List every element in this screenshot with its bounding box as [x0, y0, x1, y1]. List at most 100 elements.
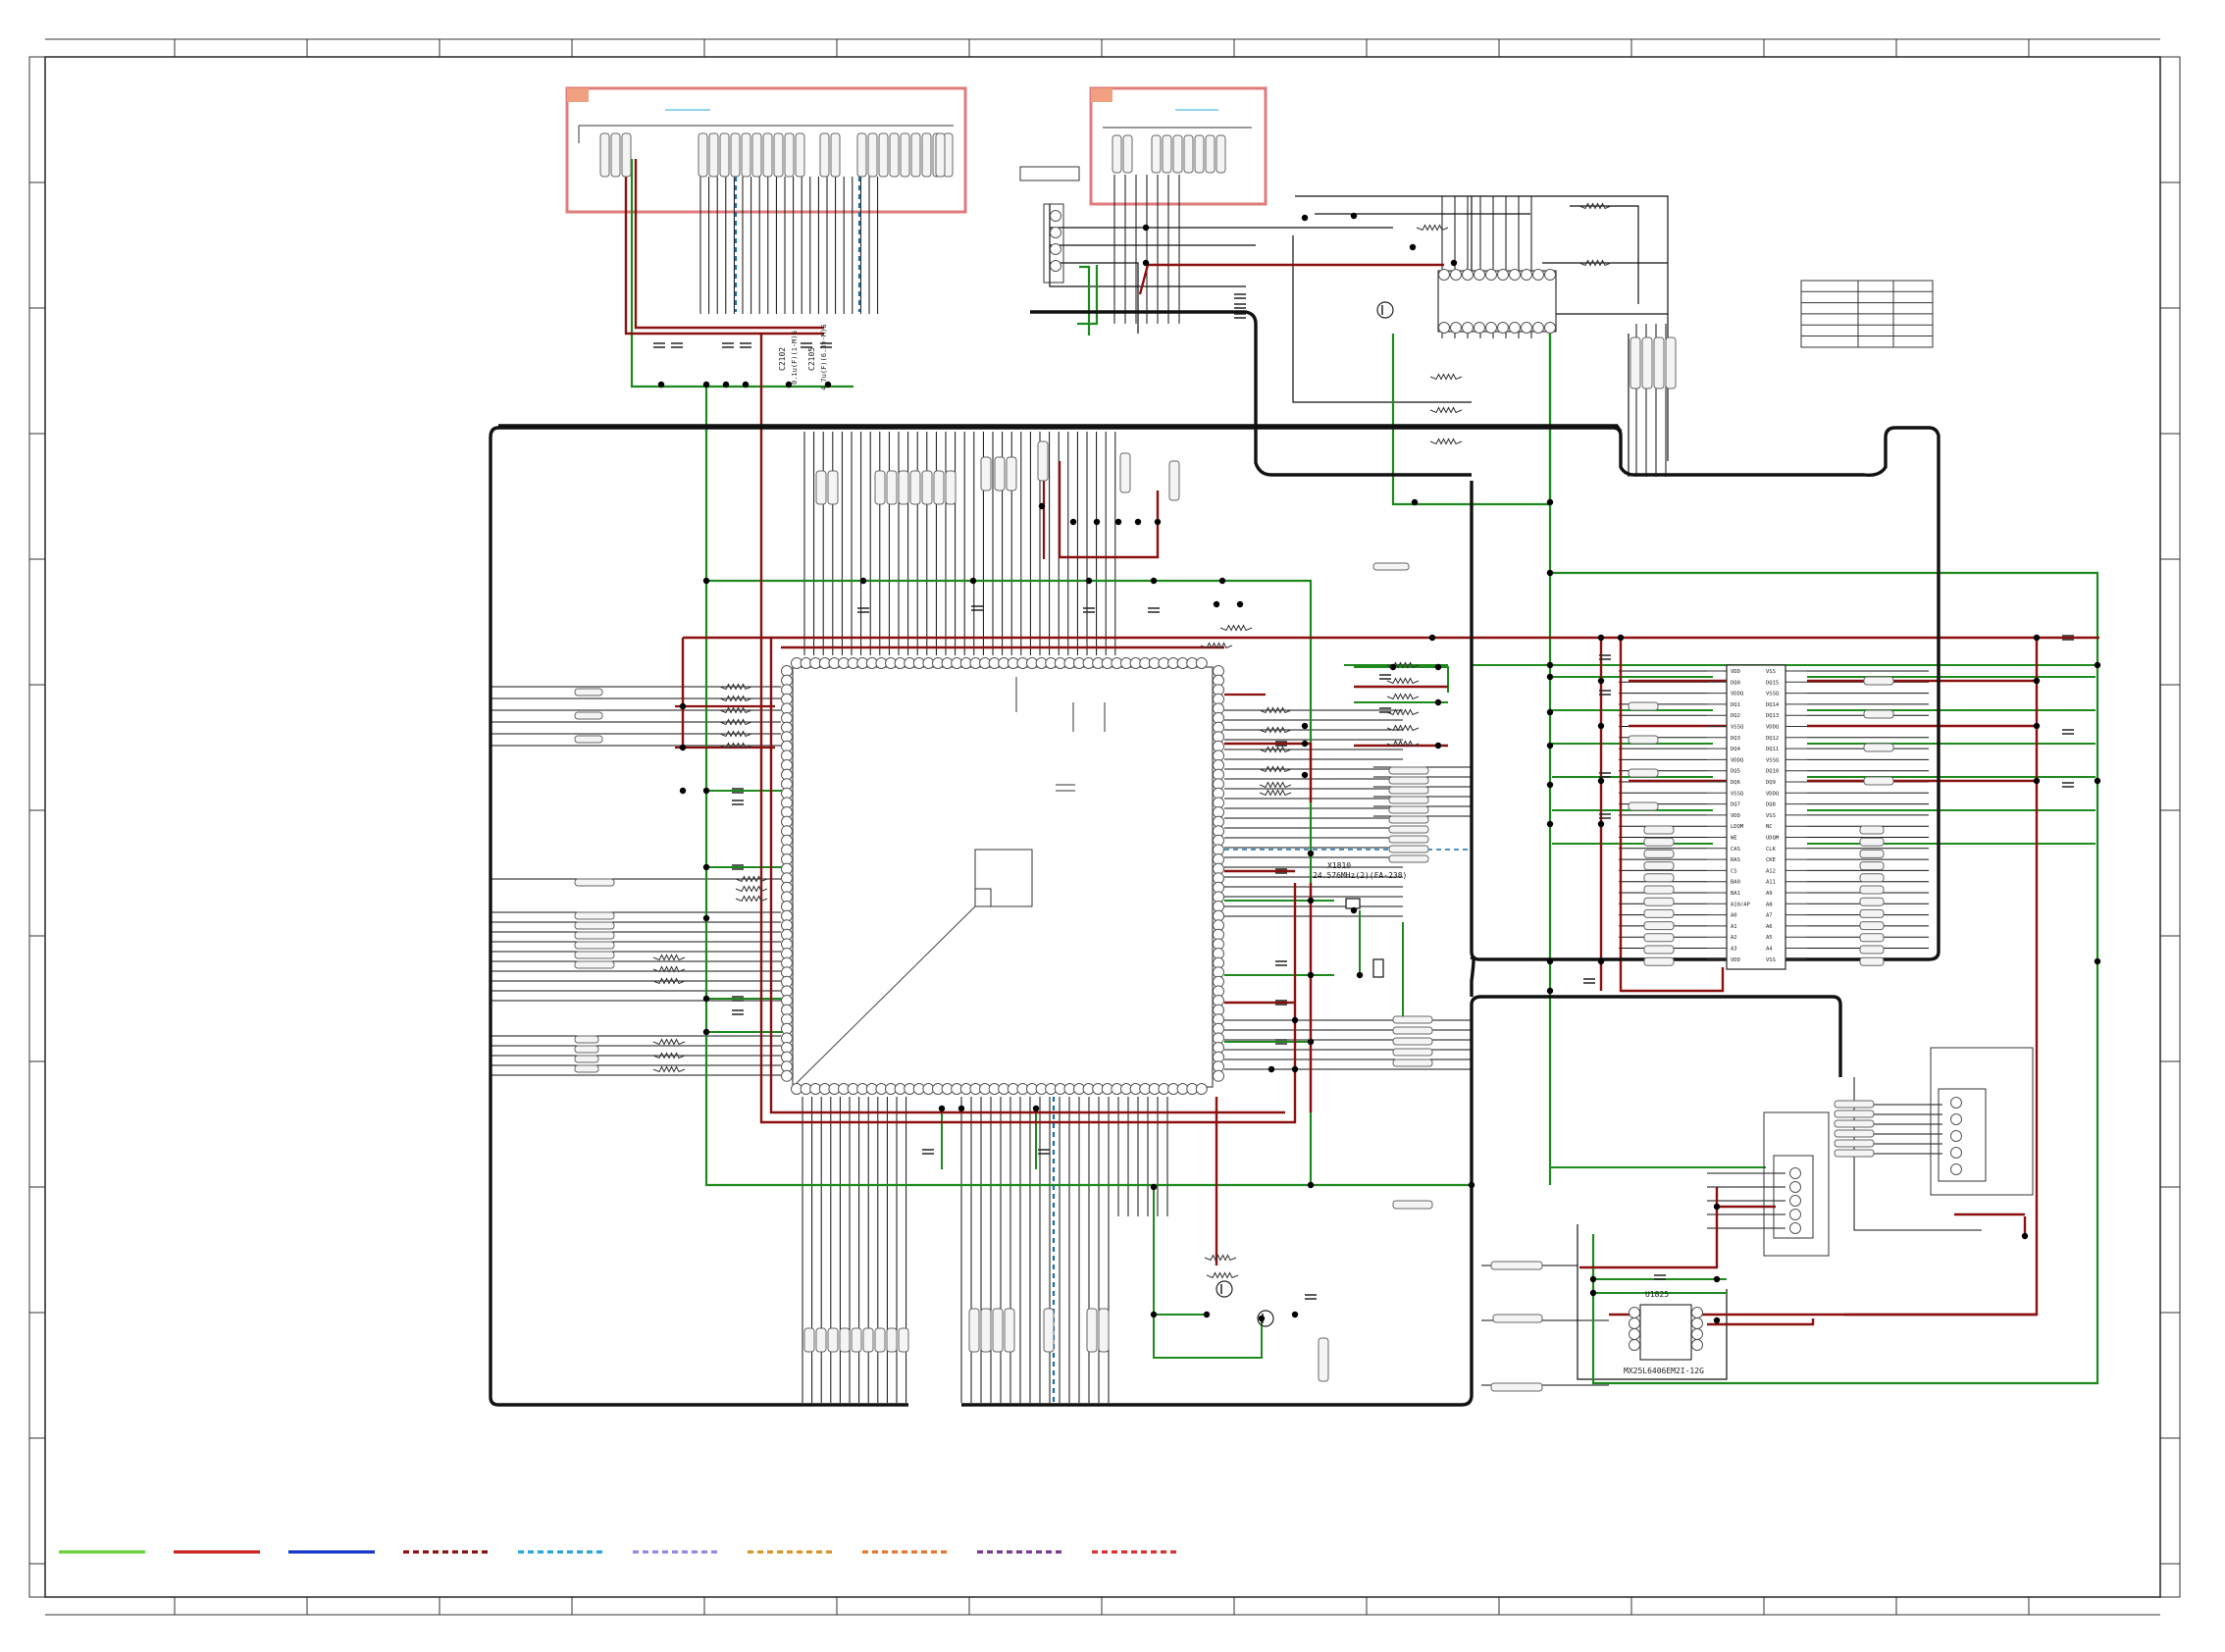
resistor-body	[909, 470, 921, 505]
ic-pin	[1629, 1307, 1640, 1318]
cap-c2102-label: C2102	[778, 347, 787, 371]
sdram-pin-right: A4	[1766, 947, 1773, 953]
resistor-body	[610, 132, 621, 178]
junction-dot	[1409, 243, 1417, 251]
junction-dot	[1350, 906, 1358, 914]
resistor-body	[1392, 1058, 1433, 1067]
sdram-pin-left: VDDQ	[1731, 757, 1743, 763]
wire	[1224, 742, 1313, 802]
sdram-pin-right: DQ12	[1766, 736, 1779, 742]
resistor-body	[867, 132, 878, 178]
junction-dot	[1434, 663, 1442, 671]
resistor-body	[910, 132, 921, 178]
junction-dot	[1307, 1181, 1315, 1189]
transistor	[1216, 1280, 1233, 1298]
crystal-body	[1345, 898, 1361, 909]
resistor-body	[1037, 440, 1049, 482]
junction-dot	[702, 577, 710, 585]
sdram-pin-left: A10/AP	[1731, 902, 1751, 907]
resistor-body	[795, 132, 805, 178]
ic-pin	[1950, 1097, 1962, 1109]
resistor	[1386, 740, 1420, 748]
resistor-body	[574, 1064, 599, 1073]
resistor-body	[1834, 1100, 1875, 1109]
sdram-pin-left: DQ1	[1731, 702, 1740, 708]
resistor-body	[1043, 1308, 1055, 1353]
sdram-pin-right: A12	[1766, 868, 1776, 874]
resistor-body	[1183, 134, 1194, 174]
resistor-body	[980, 456, 992, 491]
resistor-body	[1859, 825, 1885, 835]
sdram-pin-right: DQ8	[1766, 802, 1776, 808]
resistor-body	[1834, 1119, 1875, 1128]
junction-dot	[1589, 1275, 1597, 1283]
audio-connector-inner	[1938, 1088, 1987, 1182]
cap-c2105-value: 4.7u(F)(6.3v-M)G	[820, 325, 828, 390]
ic-pin	[1789, 1195, 1801, 1207]
cap-c2102-value: 0.1u(F)(1-M)G	[791, 331, 799, 385]
resistor-body	[1388, 786, 1429, 795]
resistor-body	[1643, 945, 1675, 955]
sdram-pin-left: CS	[1731, 868, 1737, 874]
junction-dot	[859, 577, 867, 585]
sdram-pin-right: A6	[1766, 924, 1773, 930]
junction-dot	[1713, 1203, 1721, 1211]
resistor-body	[1859, 837, 1885, 847]
resistor-body	[1628, 801, 1659, 811]
junction-dot	[1450, 259, 1458, 267]
junction-dot	[702, 914, 710, 922]
resistor-body	[1859, 861, 1885, 871]
junction-dot	[679, 787, 687, 795]
junction-dot	[1546, 661, 1554, 669]
junction-dot	[702, 863, 710, 871]
resistor-body	[1216, 134, 1226, 174]
sdram-pin-left: DQ3	[1731, 736, 1740, 742]
junction-dot	[1546, 987, 1554, 995]
resistor-body	[1643, 956, 1675, 966]
sdram-pin-right: DQ15	[1766, 680, 1779, 686]
ic-pin	[1450, 322, 1462, 334]
resistor-body	[708, 132, 719, 178]
junction-dot	[1597, 957, 1605, 965]
resistor-body	[621, 132, 632, 178]
junction-dot	[1038, 502, 1046, 510]
wire	[1058, 461, 1160, 559]
junction-dot	[1468, 1181, 1475, 1189]
resistor-body	[1834, 1139, 1875, 1148]
resistor-body	[1172, 134, 1183, 174]
resistor-body	[1859, 897, 1885, 906]
resistor-body	[968, 1308, 980, 1353]
junction-dot	[1301, 722, 1309, 730]
crystal-value-label: 24.576MHz(2)(FA-238)	[1313, 871, 1407, 880]
ic-pin	[1509, 322, 1521, 334]
ic-pin	[1497, 322, 1509, 334]
junction-dot	[1597, 722, 1605, 730]
junction-dot	[1093, 518, 1101, 526]
resistor-body	[1194, 134, 1205, 174]
resistor-body	[1859, 945, 1885, 955]
audio-connector-outline	[1930, 1047, 2034, 1196]
sdram-pin-left: VDD	[1731, 957, 1740, 963]
resistor-body	[1388, 854, 1429, 863]
wire	[624, 159, 824, 336]
junction-dot	[1291, 1065, 1299, 1073]
junction-dot	[1411, 498, 1419, 506]
junction-dot	[1301, 214, 1309, 222]
junction-dot	[2033, 722, 2041, 730]
junction-dot	[702, 1028, 710, 1036]
resistor-body	[1392, 1026, 1433, 1035]
wire	[1153, 1187, 1263, 1359]
resistor-body	[1392, 1048, 1433, 1057]
resistor-body	[1859, 885, 1885, 895]
resistor-body	[898, 470, 909, 505]
block-divider	[1470, 955, 1475, 997]
junction-dot	[1546, 708, 1554, 716]
junction-dot	[2094, 957, 2101, 965]
ic-pin	[1050, 210, 1061, 222]
ic-pin	[1629, 1339, 1640, 1351]
ic-pin	[1438, 269, 1450, 281]
resistor-body	[1859, 933, 1885, 943]
resistor-body	[1641, 336, 1653, 389]
junction-dot	[1258, 1315, 1266, 1322]
resistor-body	[751, 132, 762, 178]
